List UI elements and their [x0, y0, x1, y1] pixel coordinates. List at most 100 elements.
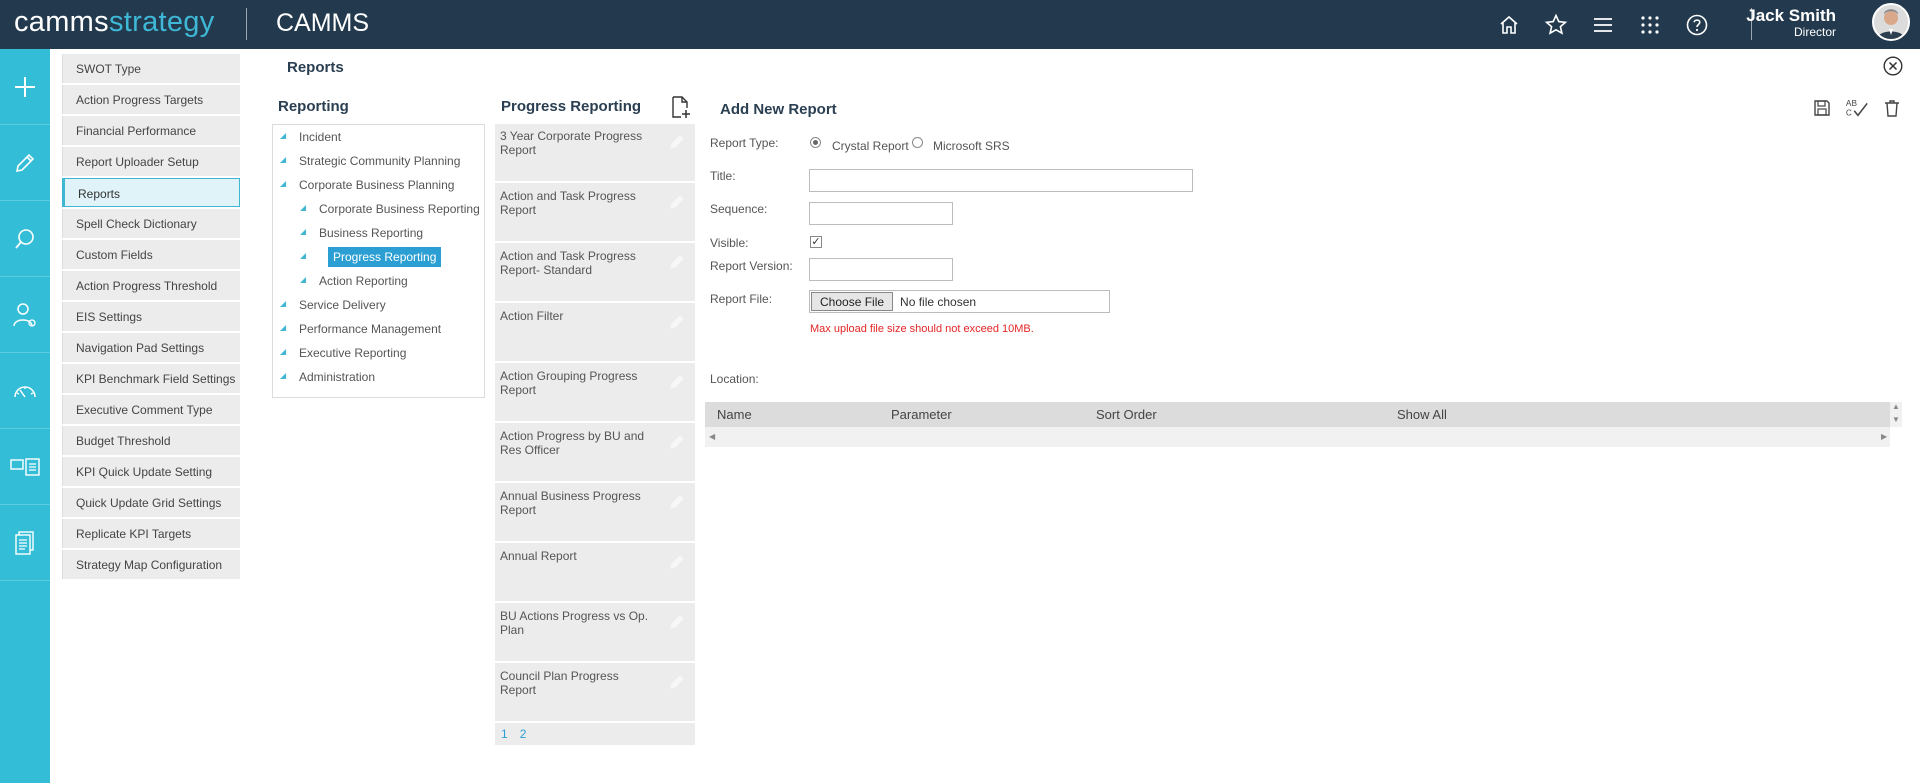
- settings-menu-item[interactable]: Reports: [62, 178, 240, 207]
- tree-expand-icon[interactable]: [300, 229, 306, 235]
- app-name: CAMMS: [276, 9, 370, 37]
- settings-menu-item[interactable]: Custom Fields: [62, 240, 240, 269]
- radio-crystal-report[interactable]: [810, 137, 821, 148]
- rail-dashboard-button[interactable]: [0, 353, 50, 429]
- edit-pencil-icon[interactable]: [669, 194, 685, 210]
- rail-search-button[interactable]: [0, 201, 50, 277]
- grid-col-show-all[interactable]: Show All: [1397, 407, 1447, 422]
- grid-col-parameter[interactable]: Parameter: [891, 407, 952, 422]
- settings-menu-item[interactable]: Executive Comment Type: [62, 395, 240, 424]
- tree-expand-icon[interactable]: [280, 157, 286, 163]
- page-link[interactable]: 1: [501, 727, 508, 741]
- settings-menu-item[interactable]: Strategy Map Configuration: [62, 550, 240, 579]
- rail-documents-button[interactable]: [0, 505, 50, 581]
- choose-file-button[interactable]: Choose File: [811, 292, 894, 311]
- tree-expand-icon[interactable]: [280, 373, 286, 379]
- tree-item[interactable]: Service Delivery: [299, 298, 386, 312]
- list-item[interactable]: Council Plan Progress Report: [495, 664, 695, 723]
- edit-pencil-icon[interactable]: [669, 254, 685, 270]
- visible-checkbox[interactable]: ✓: [810, 236, 822, 248]
- help-icon[interactable]: [1673, 0, 1720, 49]
- grid-vertical-scrollbar[interactable]: ▲ ▼: [1890, 402, 1902, 427]
- settings-menu-item[interactable]: SWOT Type: [62, 54, 240, 83]
- tree-item[interactable]: Executive Reporting: [299, 346, 406, 360]
- tree-item[interactable]: Performance Management: [299, 322, 441, 336]
- title-field[interactable]: [809, 169, 1193, 192]
- radio-microsoft-srs[interactable]: [912, 137, 923, 148]
- edit-pencil-icon[interactable]: [669, 374, 685, 390]
- tree-expand-icon[interactable]: [300, 205, 306, 211]
- settings-menu-item[interactable]: KPI Quick Update Setting: [62, 457, 240, 486]
- settings-menu-item[interactable]: Replicate KPI Targets: [62, 519, 240, 548]
- rail-cards-button[interactable]: [0, 429, 50, 505]
- save-button[interactable]: [1810, 96, 1834, 120]
- settings-menu-item[interactable]: Budget Threshold: [62, 426, 240, 455]
- report-file-input[interactable]: Choose File No file chosen: [809, 290, 1110, 313]
- rail-add-button[interactable]: [0, 49, 50, 125]
- grid-col-name[interactable]: Name: [717, 407, 752, 422]
- edit-pencil-icon[interactable]: [669, 494, 685, 510]
- list-item[interactable]: 3 Year Corporate Progress Report: [495, 124, 695, 183]
- grid-col-sort-order[interactable]: Sort Order: [1096, 407, 1157, 422]
- tree-item[interactable]: Business Reporting: [319, 226, 423, 240]
- tree-expand-icon[interactable]: [280, 349, 286, 355]
- settings-menu-item[interactable]: Action Progress Targets: [62, 85, 240, 114]
- delete-button[interactable]: [1880, 96, 1904, 120]
- header-divider: [246, 8, 247, 40]
- settings-menu-item[interactable]: Navigation Pad Settings: [62, 333, 240, 362]
- settings-menu-item[interactable]: Report Uploader Setup: [62, 147, 240, 176]
- menu-icon[interactable]: [1579, 0, 1626, 49]
- edit-pencil-icon[interactable]: [669, 614, 685, 630]
- tree-item[interactable]: Strategic Community Planning: [299, 154, 460, 168]
- settings-menu-item[interactable]: KPI Benchmark Field Settings: [62, 364, 240, 393]
- tree-expand-icon[interactable]: [280, 301, 286, 307]
- home-icon[interactable]: [1485, 0, 1532, 49]
- tree-expand-icon[interactable]: [300, 277, 306, 283]
- grid-horizontal-scrollbar[interactable]: ◀ ▶: [705, 427, 1890, 447]
- tree-expand-icon[interactable]: [300, 253, 306, 259]
- list-item[interactable]: Action Progress by BU and Res Officer: [495, 424, 695, 483]
- avatar[interactable]: [1872, 3, 1910, 41]
- report-version-field[interactable]: [809, 258, 953, 281]
- settings-menu-item[interactable]: Action Progress Threshold: [62, 271, 240, 300]
- rail-user-button[interactable]: [0, 277, 50, 353]
- list-item[interactable]: Action Grouping Progress Report: [495, 364, 695, 423]
- spellcheck-button[interactable]: AB C: [1845, 96, 1869, 120]
- settings-menu-item[interactable]: Quick Update Grid Settings: [62, 488, 240, 517]
- edit-pencil-icon[interactable]: [669, 134, 685, 150]
- edit-pencil-icon[interactable]: [669, 554, 685, 570]
- tree-item[interactable]: Corporate Business Reporting: [319, 202, 480, 216]
- user-role: Director: [1793, 25, 1836, 39]
- edit-pencil-icon[interactable]: [669, 314, 685, 330]
- tree-expand-icon[interactable]: [280, 325, 286, 331]
- brand-logo[interactable]: cammsstrategy: [14, 6, 215, 39]
- tree-item[interactable]: Progress Reporting: [328, 247, 442, 267]
- tree-item[interactable]: Administration: [299, 370, 375, 384]
- apps-grid-icon[interactable]: [1626, 0, 1673, 49]
- edit-pencil-icon[interactable]: [669, 674, 685, 690]
- tree-item[interactable]: Corporate Business Planning: [299, 178, 454, 192]
- report-type-label: Report Type:: [710, 136, 779, 150]
- list-item[interactable]: Action and Task Progress Report: [495, 184, 695, 243]
- close-button[interactable]: [1883, 56, 1903, 76]
- list-item[interactable]: Action and Task Progress Report- Standar…: [495, 244, 695, 303]
- list-item[interactable]: Annual Report: [495, 544, 695, 603]
- sequence-field[interactable]: [809, 202, 953, 225]
- list-item[interactable]: BU Actions Progress vs Op. Plan: [495, 604, 695, 663]
- settings-menu-item[interactable]: EIS Settings: [62, 302, 240, 331]
- list-item[interactable]: Action Filter: [495, 304, 695, 363]
- star-icon[interactable]: [1532, 0, 1579, 49]
- grid-header: Name Parameter Sort Order Show All: [705, 402, 1890, 427]
- tree-item[interactable]: Action Reporting: [319, 274, 408, 288]
- settings-menu-item[interactable]: Spell Check Dictionary: [62, 209, 240, 238]
- tree-item[interactable]: Incident: [299, 130, 341, 144]
- user-name[interactable]: Jack Smith: [1746, 6, 1836, 26]
- rail-edit-button[interactable]: [0, 125, 50, 201]
- tree-expand-icon[interactable]: [280, 181, 286, 187]
- settings-menu-item[interactable]: Financial Performance: [62, 116, 240, 145]
- list-item[interactable]: Annual Business Progress Report: [495, 484, 695, 543]
- edit-pencil-icon[interactable]: [669, 434, 685, 450]
- tree-expand-icon[interactable]: [280, 133, 286, 139]
- add-report-button[interactable]: [668, 95, 692, 119]
- page-link[interactable]: 2: [520, 727, 527, 741]
